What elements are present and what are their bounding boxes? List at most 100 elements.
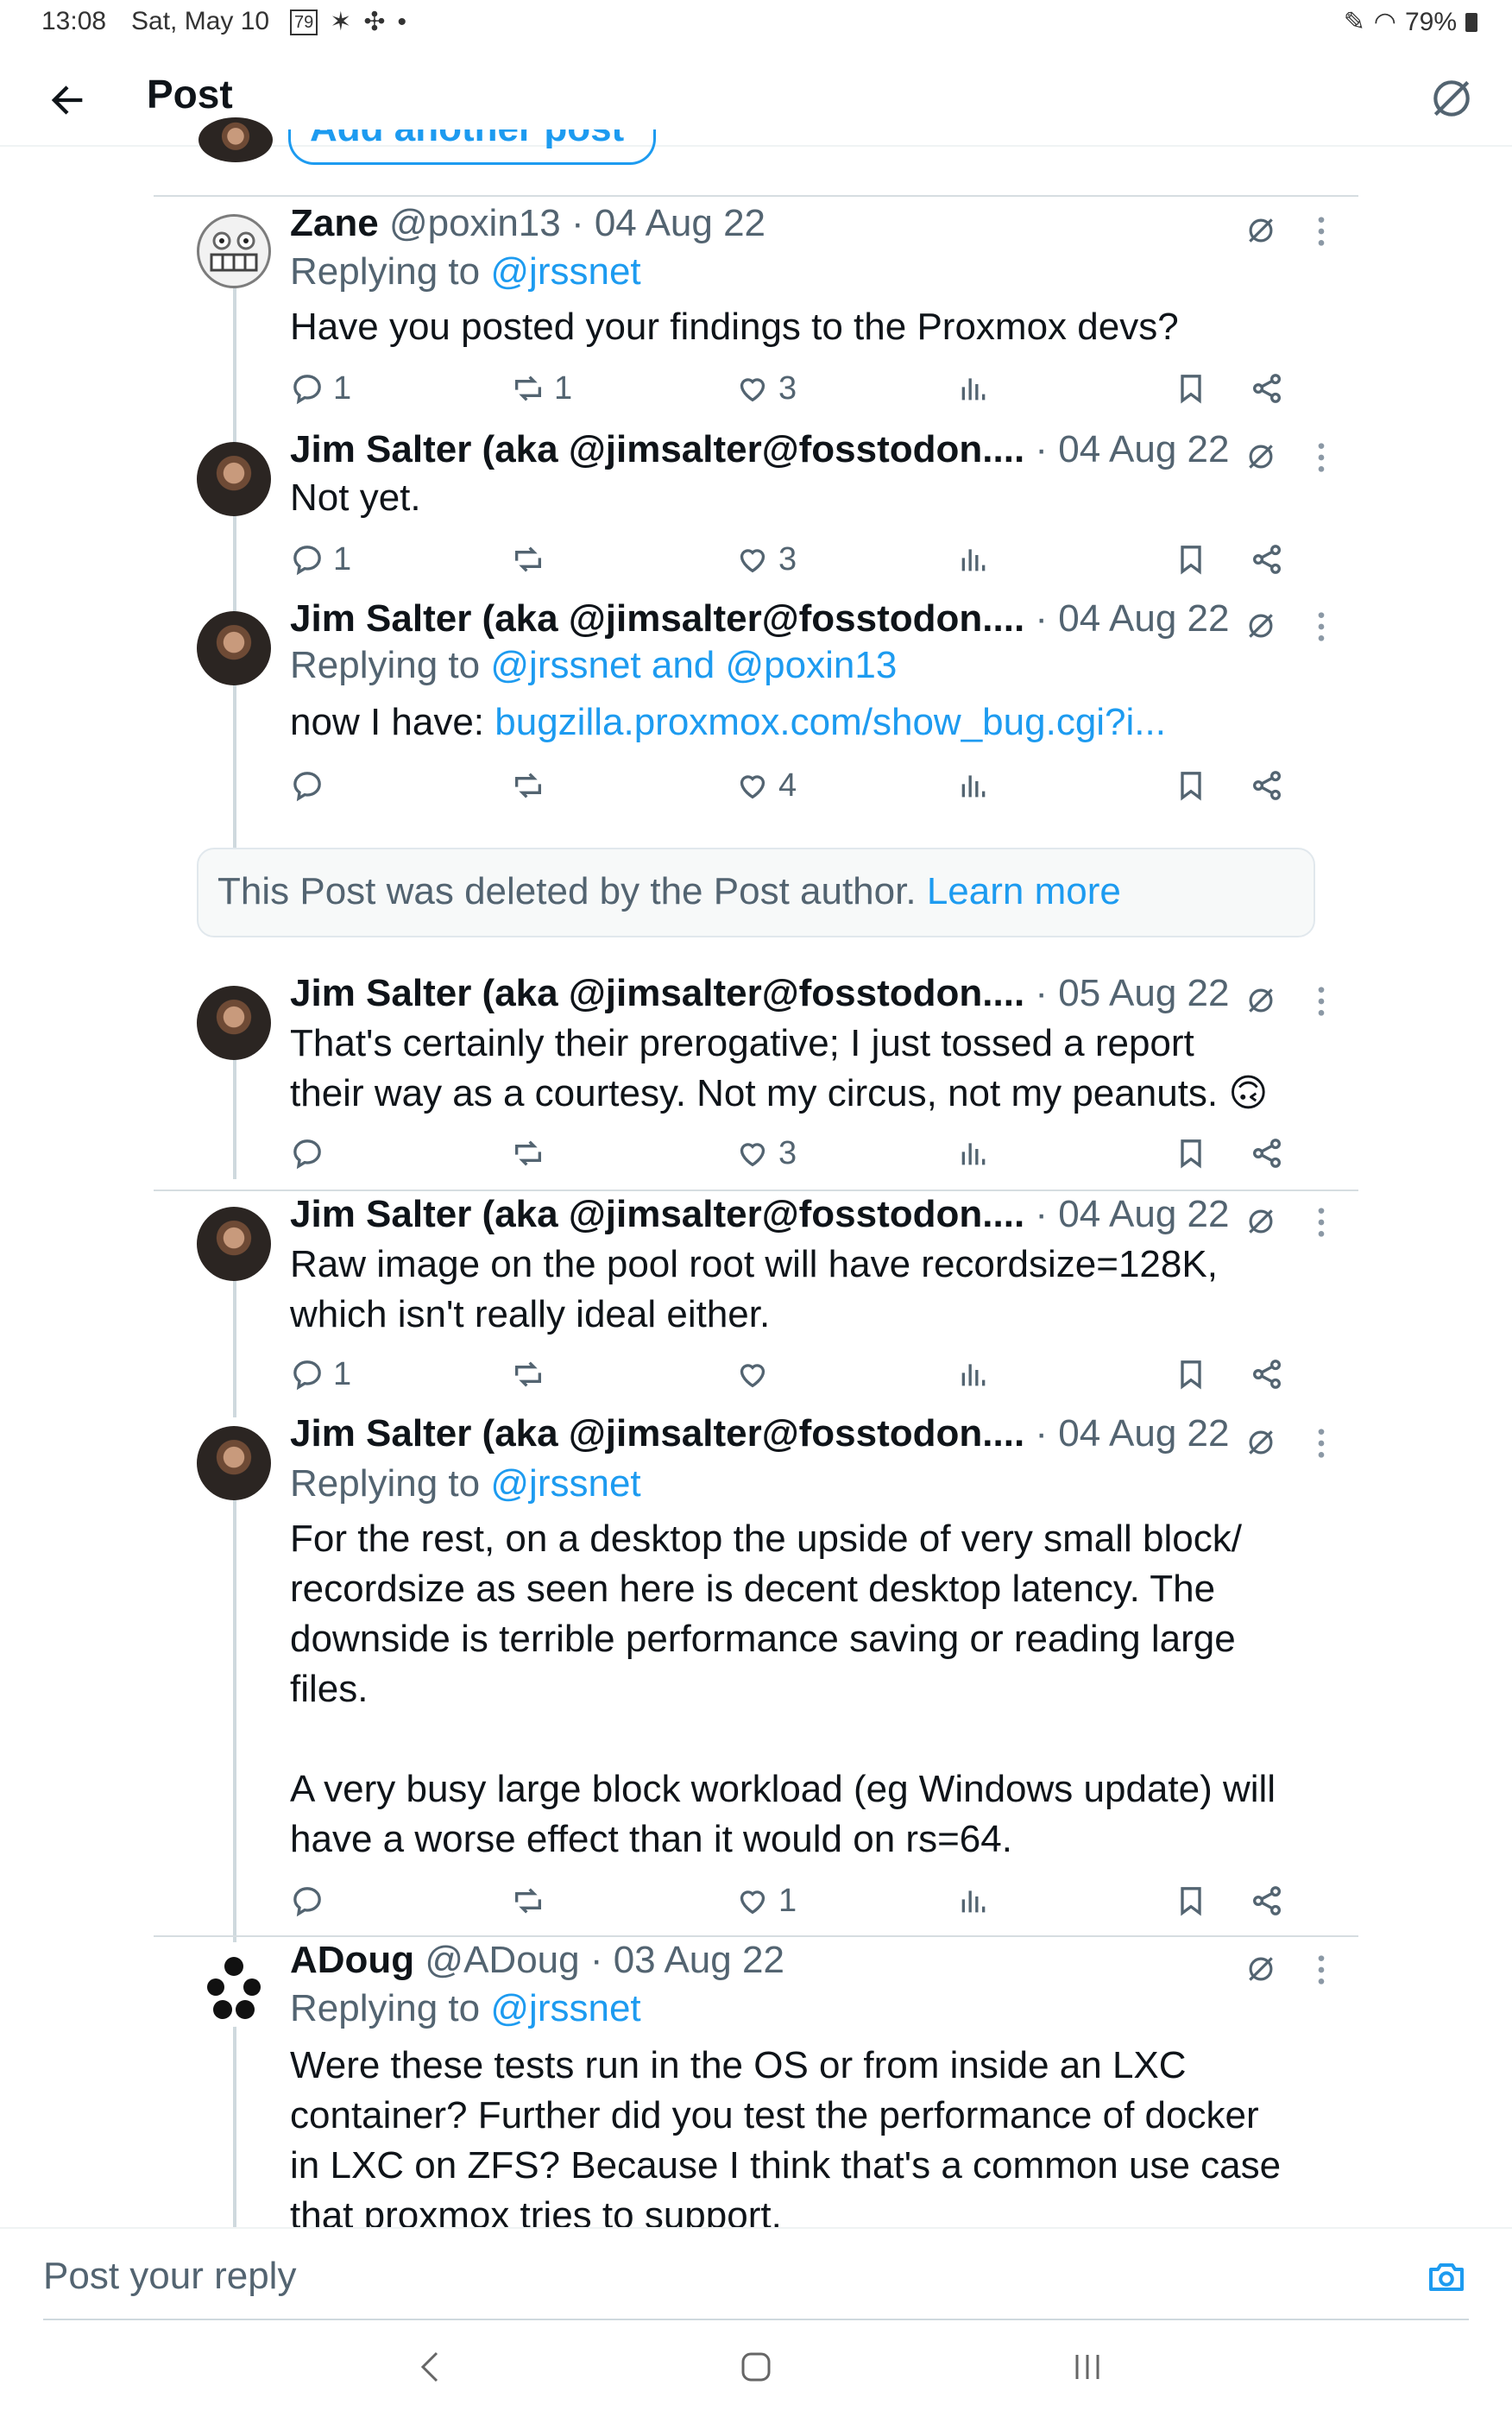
views-button[interactable] [956,1355,991,1393]
repost-button[interactable]: 1 [511,369,572,407]
reply-button[interactable]: 1 [290,369,351,407]
grok-icon[interactable] [1244,609,1277,642]
thread-line [233,2020,236,2227]
views-button[interactable] [956,1134,991,1172]
avatar[interactable] [197,214,271,288]
like-button[interactable]: 3 [735,540,797,578]
avatar[interactable] [197,611,271,685]
bookmark-button[interactable] [1174,369,1208,407]
like-button[interactable]: 1 [735,1882,797,1920]
views-button[interactable] [956,540,991,578]
share-button[interactable] [1250,369,1284,407]
back-arrow-icon[interactable] [45,78,90,123]
bookmark-icon [1181,1139,1201,1169]
author-name[interactable]: Jim Salter (aka @jimsalter@fosstodon.... [290,1193,1024,1235]
bookmark-icon [1181,375,1201,404]
status-bar: 13:08 Sat, May 10 79 ✶ ✣ • ✎ ◠ 79% [0,0,1512,52]
mention-link[interactable]: @jrssnet [490,1987,640,2029]
camera-icon[interactable] [1426,2256,1467,2298]
bookmark-button[interactable] [1174,767,1208,805]
post-date: · 04 Aug 22 [1024,1412,1230,1455]
post-header: Jim Salter (aka @jimsalter@fosstodon....… [290,1193,1229,1236]
more-options-icon[interactable] [1315,440,1327,475]
divider [154,1935,1358,1937]
like-button[interactable] [735,1355,770,1393]
avatar[interactable] [197,442,271,516]
share-button[interactable] [1250,1134,1284,1172]
like-button[interactable]: 4 [735,767,797,805]
views-button[interactable] [956,369,991,407]
bookmark-button[interactable] [1174,1134,1208,1172]
mention-link[interactable]: @jrssnet and @poxin13 [490,644,897,686]
share-button[interactable] [1250,1355,1284,1393]
repost-icon [515,375,541,401]
author-name[interactable]: Jim Salter (aka @jimsalter@fosstodon.... [290,972,1024,1014]
bookmark-button[interactable] [1174,1882,1208,1920]
nav-recents-icon[interactable] [1070,2348,1105,2386]
external-link[interactable]: bugzilla.proxmox.com/show_bug.cgi?i... [495,701,1166,743]
post-text: Raw image on the pool root will have rec… [290,1243,1218,1335]
views-button[interactable] [956,767,991,805]
add-another-post-button[interactable]: Add another post [288,129,656,165]
avatar[interactable] [198,117,273,162]
bookmark-button[interactable] [1174,1355,1208,1393]
reply-icon [293,1360,321,1391]
avatar[interactable] [197,1207,271,1281]
avatar[interactable] [197,1426,271,1500]
author-name[interactable]: Jim Salter (aka @jimsalter@fosstodon.... [290,1412,1024,1455]
wifi-icon: ◠ [1373,8,1396,36]
reply-button[interactable]: 1 [290,1355,351,1393]
like-button[interactable]: 3 [735,1134,797,1172]
reply-button[interactable] [290,1882,324,1920]
views-button[interactable] [956,1882,991,1920]
reply-button[interactable]: 1 [290,540,351,578]
reply-button[interactable] [290,1134,324,1172]
like-button[interactable]: 3 [735,369,797,407]
author-name[interactable]: Jim Salter (aka @jimsalter@fosstodon.... [290,428,1024,470]
more-options-icon[interactable] [1315,609,1327,644]
nav-home-icon[interactable] [739,2348,773,2386]
more-options-icon[interactable] [1315,214,1327,249]
repost-button[interactable] [511,1355,545,1393]
grok-icon[interactable] [1244,214,1277,247]
grok-icon[interactable] [1244,1205,1277,1238]
thread-line [233,1493,236,1942]
repost-button[interactable] [511,540,545,578]
mention-link[interactable]: @jrssnet [490,1462,640,1505]
repost-button[interactable] [511,1134,545,1172]
bookmark-button[interactable] [1174,540,1208,578]
reply-button[interactable] [290,767,324,805]
deleted-post-notice: This Post was deleted by the Post author… [197,848,1315,937]
share-button[interactable] [1250,1882,1284,1920]
author-name[interactable]: Jim Salter (aka @jimsalter@fosstodon.... [290,597,1024,640]
reply-input[interactable]: Post your reply [43,2255,296,2298]
more-options-icon[interactable] [1315,1205,1327,1240]
pen-icon: ✎ [1343,8,1365,36]
repost-button[interactable] [511,767,545,805]
like-count: 3 [778,540,797,577]
replying-to: Replying to @jrssnet and @poxin13 [290,644,898,686]
grok-icon[interactable] [1244,984,1277,1017]
repost-button[interactable] [511,1882,545,1920]
nav-back-icon[interactable] [414,2348,445,2386]
grok-icon[interactable] [1244,1426,1277,1459]
avatar[interactable] [197,1953,271,2027]
share-button[interactable] [1250,540,1284,578]
author-name[interactable]: Zane [290,202,379,244]
mention-link[interactable]: @jrssnet [490,250,640,293]
dots-pattern-icon [207,1957,261,2019]
grok-icon[interactable] [1244,1953,1277,1985]
more-options-icon[interactable] [1315,1426,1327,1461]
grok-icon[interactable] [1427,74,1476,123]
grok-icon[interactable] [1244,440,1277,473]
more-options-icon[interactable] [1315,984,1327,1019]
share-button[interactable] [1250,767,1284,805]
author-name[interactable]: ADoug [290,1939,414,1981]
avatar[interactable] [197,986,271,1060]
more-options-icon[interactable] [1315,1953,1327,1987]
reply-icon [293,546,321,576]
heart-icon [740,549,765,573]
learn-more-link[interactable]: Learn more [927,870,1121,912]
post-text: Have you posted your findings to the Pro… [290,306,1179,348]
reply-count: 1 [333,369,352,407]
